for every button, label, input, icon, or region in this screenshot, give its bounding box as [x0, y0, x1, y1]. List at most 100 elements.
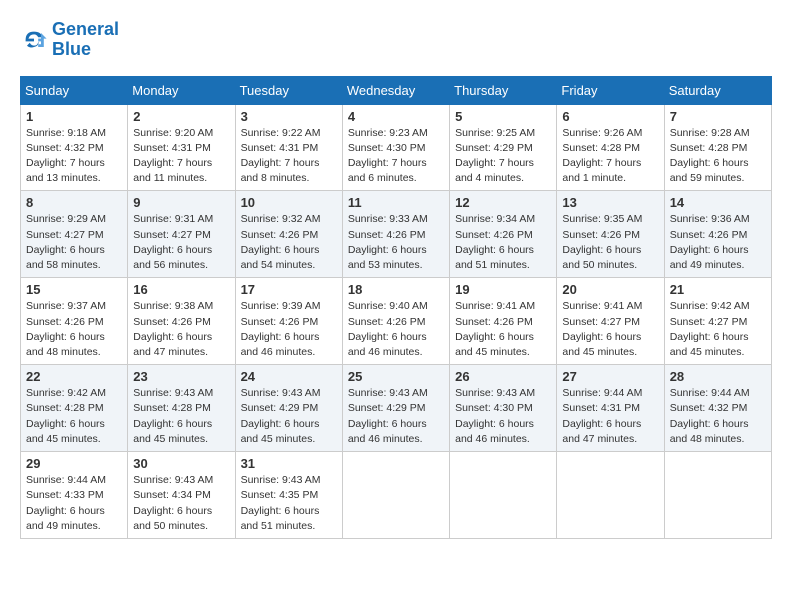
- day-number: 8: [26, 195, 122, 210]
- day-number: 23: [133, 369, 229, 384]
- day-number: 1: [26, 109, 122, 124]
- day-number: 22: [26, 369, 122, 384]
- day-detail: Sunrise: 9:28 AMSunset: 4:28 PMDaylight:…: [670, 127, 750, 185]
- day-of-week-header: Monday: [128, 76, 235, 104]
- day-detail: Sunrise: 9:23 AMSunset: 4:30 PMDaylight:…: [348, 127, 428, 185]
- day-of-week-header: Thursday: [450, 76, 557, 104]
- day-detail: Sunrise: 9:41 AMSunset: 4:26 PMDaylight:…: [455, 300, 535, 358]
- day-detail: Sunrise: 9:44 AMSunset: 4:33 PMDaylight:…: [26, 474, 106, 532]
- day-detail: Sunrise: 9:33 AMSunset: 4:26 PMDaylight:…: [348, 213, 428, 271]
- calendar-week-row: 15 Sunrise: 9:37 AMSunset: 4:26 PMDaylig…: [21, 278, 772, 365]
- day-number: 15: [26, 282, 122, 297]
- calendar-day-cell: 18 Sunrise: 9:40 AMSunset: 4:26 PMDaylig…: [342, 278, 449, 365]
- day-number: 7: [670, 109, 766, 124]
- calendar-day-cell: 19 Sunrise: 9:41 AMSunset: 4:26 PMDaylig…: [450, 278, 557, 365]
- day-number: 9: [133, 195, 229, 210]
- calendar-day-cell: 4 Sunrise: 9:23 AMSunset: 4:30 PMDayligh…: [342, 104, 449, 191]
- calendar-day-cell: 9 Sunrise: 9:31 AMSunset: 4:27 PMDayligh…: [128, 191, 235, 278]
- calendar-day-cell: 24 Sunrise: 9:43 AMSunset: 4:29 PMDaylig…: [235, 365, 342, 452]
- calendar-day-cell: 20 Sunrise: 9:41 AMSunset: 4:27 PMDaylig…: [557, 278, 664, 365]
- day-detail: Sunrise: 9:44 AMSunset: 4:32 PMDaylight:…: [670, 387, 750, 445]
- calendar-week-row: 29 Sunrise: 9:44 AMSunset: 4:33 PMDaylig…: [21, 452, 772, 539]
- day-detail: Sunrise: 9:29 AMSunset: 4:27 PMDaylight:…: [26, 213, 106, 271]
- day-number: 19: [455, 282, 551, 297]
- calendar-day-cell: 22 Sunrise: 9:42 AMSunset: 4:28 PMDaylig…: [21, 365, 128, 452]
- day-number: 24: [241, 369, 337, 384]
- day-detail: Sunrise: 9:43 AMSunset: 4:29 PMDaylight:…: [241, 387, 321, 445]
- day-detail: Sunrise: 9:18 AMSunset: 4:32 PMDaylight:…: [26, 127, 106, 185]
- day-detail: Sunrise: 9:44 AMSunset: 4:31 PMDaylight:…: [562, 387, 642, 445]
- calendar-day-cell: 21 Sunrise: 9:42 AMSunset: 4:27 PMDaylig…: [664, 278, 771, 365]
- calendar-day-cell: 28 Sunrise: 9:44 AMSunset: 4:32 PMDaylig…: [664, 365, 771, 452]
- calendar-day-cell: 13 Sunrise: 9:35 AMSunset: 4:26 PMDaylig…: [557, 191, 664, 278]
- logo: General Blue: [20, 20, 119, 60]
- day-detail: Sunrise: 9:37 AMSunset: 4:26 PMDaylight:…: [26, 300, 106, 358]
- day-number: 2: [133, 109, 229, 124]
- calendar-day-cell: 16 Sunrise: 9:38 AMSunset: 4:26 PMDaylig…: [128, 278, 235, 365]
- day-number: 25: [348, 369, 444, 384]
- calendar-day-cell: 11 Sunrise: 9:33 AMSunset: 4:26 PMDaylig…: [342, 191, 449, 278]
- calendar-day-cell: 3 Sunrise: 9:22 AMSunset: 4:31 PMDayligh…: [235, 104, 342, 191]
- day-number: 30: [133, 456, 229, 471]
- day-detail: Sunrise: 9:36 AMSunset: 4:26 PMDaylight:…: [670, 213, 750, 271]
- day-detail: Sunrise: 9:22 AMSunset: 4:31 PMDaylight:…: [241, 127, 321, 185]
- calendar-day-cell: 23 Sunrise: 9:43 AMSunset: 4:28 PMDaylig…: [128, 365, 235, 452]
- calendar-week-row: 1 Sunrise: 9:18 AMSunset: 4:32 PMDayligh…: [21, 104, 772, 191]
- day-number: 17: [241, 282, 337, 297]
- calendar-day-cell: 12 Sunrise: 9:34 AMSunset: 4:26 PMDaylig…: [450, 191, 557, 278]
- calendar-week-row: 22 Sunrise: 9:42 AMSunset: 4:28 PMDaylig…: [21, 365, 772, 452]
- day-detail: Sunrise: 9:43 AMSunset: 4:30 PMDaylight:…: [455, 387, 535, 445]
- day-number: 14: [670, 195, 766, 210]
- calendar-day-cell: 8 Sunrise: 9:29 AMSunset: 4:27 PMDayligh…: [21, 191, 128, 278]
- calendar-day-cell: 31 Sunrise: 9:43 AMSunset: 4:35 PMDaylig…: [235, 452, 342, 539]
- page-header: General Blue: [20, 20, 772, 60]
- logo-icon: [20, 26, 48, 54]
- calendar-day-cell: 1 Sunrise: 9:18 AMSunset: 4:32 PMDayligh…: [21, 104, 128, 191]
- day-number: 3: [241, 109, 337, 124]
- day-detail: Sunrise: 9:43 AMSunset: 4:29 PMDaylight:…: [348, 387, 428, 445]
- day-number: 21: [670, 282, 766, 297]
- calendar-day-cell: 10 Sunrise: 9:32 AMSunset: 4:26 PMDaylig…: [235, 191, 342, 278]
- day-number: 27: [562, 369, 658, 384]
- day-number: 4: [348, 109, 444, 124]
- day-number: 16: [133, 282, 229, 297]
- day-of-week-header: Wednesday: [342, 76, 449, 104]
- logo-text: General Blue: [52, 20, 119, 60]
- calendar-day-cell: 2 Sunrise: 9:20 AMSunset: 4:31 PMDayligh…: [128, 104, 235, 191]
- calendar-day-cell: 27 Sunrise: 9:44 AMSunset: 4:31 PMDaylig…: [557, 365, 664, 452]
- day-number: 28: [670, 369, 766, 384]
- empty-cell: [664, 452, 771, 539]
- calendar-day-cell: 30 Sunrise: 9:43 AMSunset: 4:34 PMDaylig…: [128, 452, 235, 539]
- day-of-week-header: Friday: [557, 76, 664, 104]
- day-of-week-header: Tuesday: [235, 76, 342, 104]
- calendar-week-row: 8 Sunrise: 9:29 AMSunset: 4:27 PMDayligh…: [21, 191, 772, 278]
- day-detail: Sunrise: 9:32 AMSunset: 4:26 PMDaylight:…: [241, 213, 321, 271]
- calendar-day-cell: 15 Sunrise: 9:37 AMSunset: 4:26 PMDaylig…: [21, 278, 128, 365]
- day-number: 5: [455, 109, 551, 124]
- empty-cell: [557, 452, 664, 539]
- day-detail: Sunrise: 9:35 AMSunset: 4:26 PMDaylight:…: [562, 213, 642, 271]
- day-detail: Sunrise: 9:39 AMSunset: 4:26 PMDaylight:…: [241, 300, 321, 358]
- calendar-day-cell: 14 Sunrise: 9:36 AMSunset: 4:26 PMDaylig…: [664, 191, 771, 278]
- day-detail: Sunrise: 9:20 AMSunset: 4:31 PMDaylight:…: [133, 127, 213, 185]
- day-of-week-header: Saturday: [664, 76, 771, 104]
- day-number: 29: [26, 456, 122, 471]
- day-detail: Sunrise: 9:26 AMSunset: 4:28 PMDaylight:…: [562, 127, 642, 185]
- day-number: 11: [348, 195, 444, 210]
- day-detail: Sunrise: 9:40 AMSunset: 4:26 PMDaylight:…: [348, 300, 428, 358]
- day-detail: Sunrise: 9:43 AMSunset: 4:28 PMDaylight:…: [133, 387, 213, 445]
- day-of-week-header: Sunday: [21, 76, 128, 104]
- empty-cell: [450, 452, 557, 539]
- day-number: 26: [455, 369, 551, 384]
- day-detail: Sunrise: 9:34 AMSunset: 4:26 PMDaylight:…: [455, 213, 535, 271]
- day-number: 12: [455, 195, 551, 210]
- day-number: 6: [562, 109, 658, 124]
- empty-cell: [342, 452, 449, 539]
- day-number: 20: [562, 282, 658, 297]
- calendar-day-cell: 29 Sunrise: 9:44 AMSunset: 4:33 PMDaylig…: [21, 452, 128, 539]
- day-number: 18: [348, 282, 444, 297]
- day-number: 31: [241, 456, 337, 471]
- calendar-day-cell: 6 Sunrise: 9:26 AMSunset: 4:28 PMDayligh…: [557, 104, 664, 191]
- day-detail: Sunrise: 9:25 AMSunset: 4:29 PMDaylight:…: [455, 127, 535, 185]
- day-number: 10: [241, 195, 337, 210]
